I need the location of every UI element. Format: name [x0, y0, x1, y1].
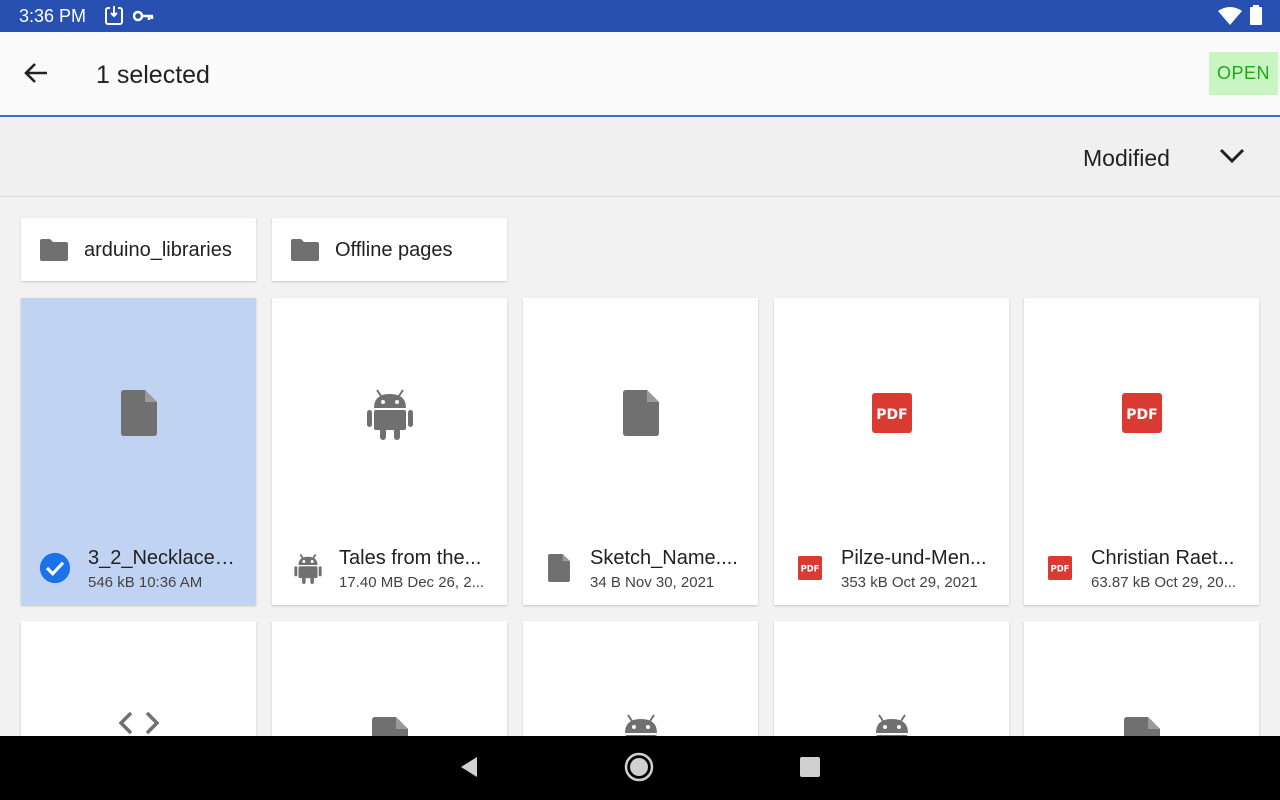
chevron-down-icon — [1219, 147, 1245, 170]
file-card[interactable]: Sketch_Name.... 34 B Nov 30, 2021 — [523, 298, 758, 605]
file-thumbnail — [523, 298, 758, 533]
sort-bar: Modified — [0, 118, 1280, 197]
back-triangle-icon — [459, 756, 479, 783]
svg-text:PDF: PDF — [876, 407, 907, 423]
code-icon — [117, 707, 161, 736]
file-thumbnail — [21, 298, 256, 533]
svg-text:PDF: PDF — [1051, 564, 1070, 574]
file-meta: 546 kB 10:36 AM — [88, 574, 203, 591]
document-icon — [1123, 717, 1160, 736]
file-meta: 353 kB Oct 29, 2021 — [841, 574, 978, 591]
file-thumbnail: PDF — [774, 298, 1009, 533]
nav-back-button[interactable] — [452, 752, 486, 786]
svg-text:PDF: PDF — [1126, 407, 1157, 423]
file-card[interactable] — [774, 621, 1009, 736]
nav-recents-button[interactable] — [793, 752, 827, 786]
recents-square-icon — [800, 756, 820, 782]
file-card[interactable] — [1024, 621, 1259, 736]
document-icon — [371, 717, 408, 736]
folder-label: arduino_libraries — [84, 239, 232, 261]
file-card[interactable]: PDF PDF Pilze-und-Men... 353 kB Oct 29, … — [774, 298, 1009, 605]
file-thumbnail — [272, 298, 507, 533]
navigation-bar — [0, 736, 1280, 800]
folder-icon — [40, 239, 68, 266]
file-meta: 63.87 kB Oct 29, 20... — [1091, 574, 1237, 591]
folder-label: Offline pages — [335, 239, 453, 261]
folder-item[interactable]: Offline pages — [272, 218, 507, 281]
document-icon — [120, 390, 157, 441]
file-card[interactable]: 3_2_Necklace_... 546 kB 10:36 AM — [21, 298, 256, 605]
file-card[interactable]: Tales from the... 17.40 MB Dec 26, 2... — [272, 298, 507, 605]
screenshot-icon — [103, 5, 125, 32]
file-name: 3_2_Necklace_... — [88, 547, 240, 569]
file-grid[interactable]: arduino_libraries Offline pages 3_2_Neck… — [0, 198, 1280, 736]
file-card[interactable] — [272, 621, 507, 736]
folder-icon — [291, 239, 319, 266]
file-name: Tales from the... — [339, 547, 482, 569]
vpn-key-icon — [132, 7, 155, 30]
file-thumbnail — [1024, 707, 1259, 736]
file-thumbnail — [272, 707, 507, 736]
file-thumbnail — [774, 707, 1009, 736]
status-time: 3:36 PM — [19, 6, 87, 26]
android-icon — [618, 711, 664, 736]
file-card[interactable]: PDF PDF Christian Raet... 63.87 kB Oct 2… — [1024, 298, 1259, 605]
file-card[interactable] — [523, 621, 758, 736]
file-name: Christian Raet... — [1091, 547, 1235, 569]
android-icon — [292, 552, 324, 584]
sort-label[interactable]: Modified — [1083, 145, 1170, 172]
status-bar: 3:36 PM — [0, 0, 1280, 32]
file-thumbnail — [523, 707, 758, 736]
pdf-icon: PDF — [871, 393, 912, 438]
pdf-icon: PDF — [1121, 393, 1162, 438]
open-button[interactable]: OPEN — [1209, 52, 1278, 95]
folder-item[interactable]: arduino_libraries — [21, 218, 256, 281]
arrow-back-icon — [23, 60, 49, 91]
pdf-icon: PDF — [1044, 552, 1076, 584]
file-name: Sketch_Name.... — [590, 547, 738, 569]
pdf-icon: PDF — [794, 552, 826, 584]
back-button[interactable] — [16, 55, 56, 95]
selected-check-icon[interactable] — [39, 552, 71, 584]
sort-dropdown-button[interactable] — [1214, 142, 1250, 174]
file-name: Pilze-und-Men... — [841, 547, 987, 569]
svg-text:PDF: PDF — [801, 564, 820, 574]
document-icon — [543, 552, 575, 584]
selection-title: 1 selected — [96, 61, 210, 89]
file-meta: 17.40 MB Dec 26, 2... — [339, 574, 485, 591]
battery-icon — [1250, 5, 1262, 30]
home-circle-icon — [624, 752, 654, 787]
android-icon — [366, 386, 413, 445]
file-meta: 34 B Nov 30, 2021 — [590, 574, 715, 591]
nav-home-button[interactable] — [622, 752, 656, 786]
app-bar: 1 selected OPEN — [0, 32, 1280, 117]
file-card[interactable] — [21, 621, 256, 736]
android-icon — [869, 711, 915, 736]
file-thumbnail: PDF — [1024, 298, 1259, 533]
document-icon — [622, 390, 659, 441]
wifi-icon — [1218, 7, 1242, 30]
file-thumbnail — [21, 707, 256, 736]
